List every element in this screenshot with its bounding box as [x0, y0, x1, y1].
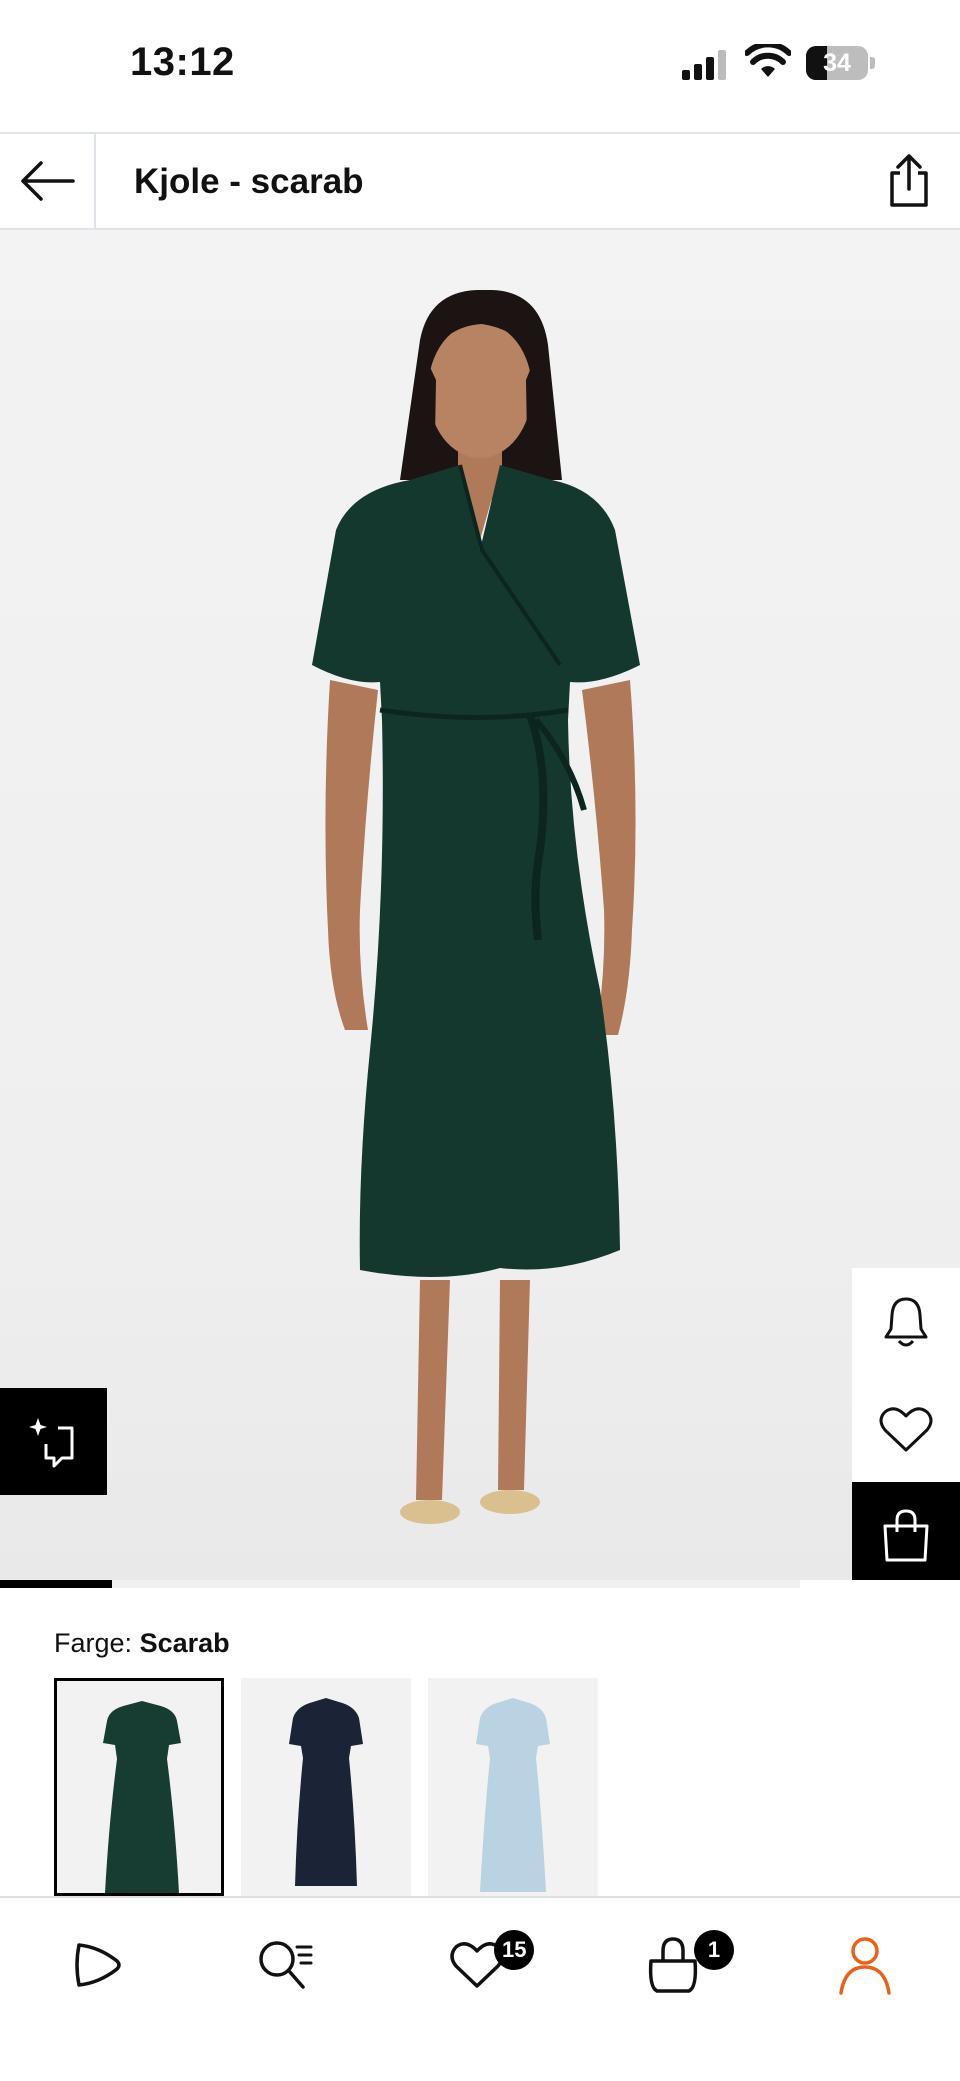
product-side-actions [852, 1268, 960, 1580]
color-label: Farge: Scarab [54, 1628, 230, 1658]
back-button[interactable] [0, 134, 96, 228]
user-icon [839, 1937, 891, 1995]
color-swatch-navy[interactable] [241, 1678, 411, 1896]
model-wearing-dress [312, 290, 640, 1524]
status-time: 13:12 [130, 40, 235, 84]
wifi-icon [745, 44, 791, 77]
shopping-bag-icon [883, 1509, 929, 1562]
cellular-signal-icon [682, 50, 726, 80]
notify-button[interactable] [852, 1268, 960, 1376]
swatch-dress-image [476, 1698, 550, 1892]
virtual-try-on-button[interactable] [0, 1388, 107, 1495]
nav-search[interactable] [240, 1920, 330, 2010]
battery-percent: 34 [823, 49, 851, 77]
bell-icon [884, 1297, 928, 1347]
heart-icon [879, 1407, 933, 1452]
bottom-navigation: 15 1 [0, 1896, 960, 2081]
favorite-button[interactable] [852, 1376, 960, 1484]
image-gallery-progress [0, 1580, 800, 1588]
status-bar: 13:12 34 [0, 0, 960, 132]
swatch-dress-image [103, 1701, 181, 1893]
shopping-bag-icon [648, 1937, 698, 1993]
product-header: Kjole - scarab [0, 132, 960, 230]
nav-profile[interactable] [820, 1920, 910, 2010]
play-logo-icon [75, 1943, 121, 1987]
product-image[interactable] [0, 230, 960, 1580]
add-to-bag-button[interactable] [852, 1482, 960, 1580]
battery-icon: 34 [806, 46, 876, 80]
cart-count-badge: 1 [694, 1930, 734, 1970]
arrow-left-icon [21, 161, 75, 201]
page-title: Kjole - scarab [134, 162, 364, 201]
share-icon [890, 154, 928, 207]
swatch-dress-image [289, 1698, 363, 1886]
selected-color-name: Scarab [139, 1628, 230, 1658]
search-icon [259, 1941, 313, 1989]
nav-home[interactable] [52, 1920, 142, 2010]
favorites-count-badge: 15 [494, 1930, 535, 1970]
share-button[interactable] [876, 148, 942, 214]
color-swatch-light-blue[interactable] [428, 1678, 598, 1896]
sparkle-frame-icon [28, 1417, 73, 1467]
color-swatch-scarab[interactable] [54, 1678, 224, 1896]
